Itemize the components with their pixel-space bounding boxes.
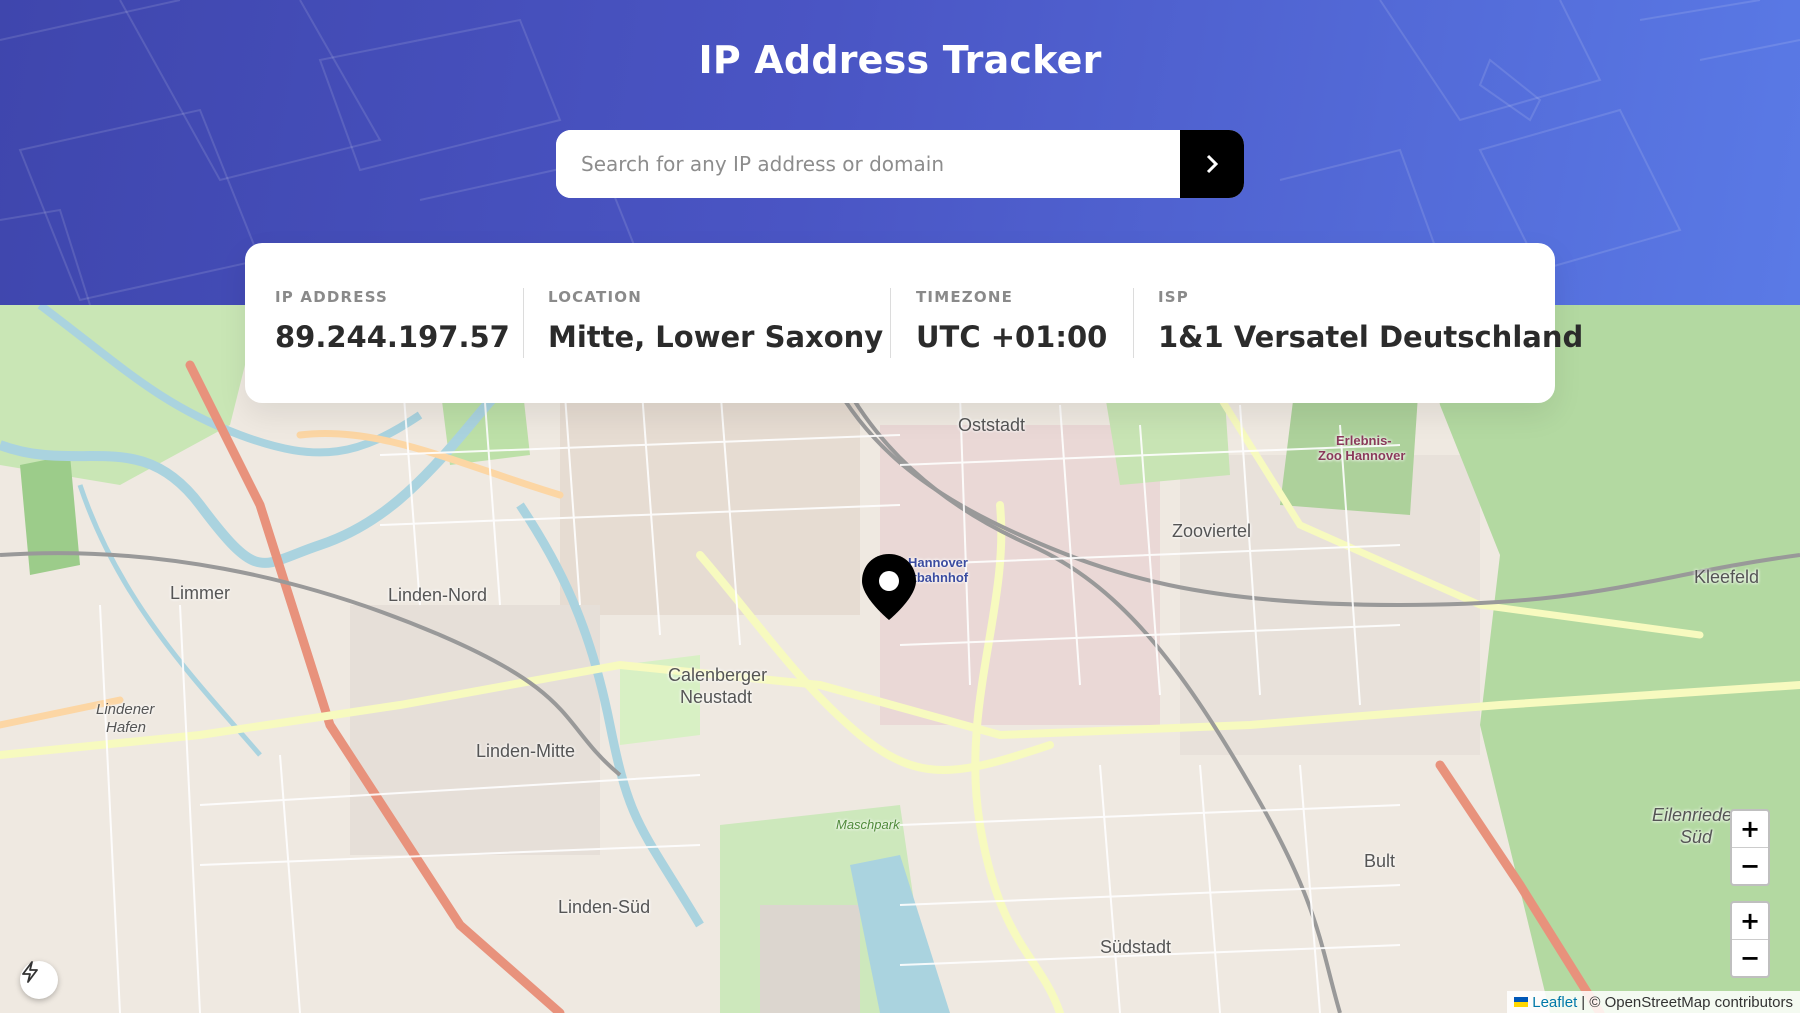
map-label: Kleefeld [1694, 567, 1760, 587]
location-marker-icon[interactable] [860, 552, 918, 626]
timezone-section: TIMEZONE UTC +01:00 [916, 288, 1107, 358]
attribution-text: | © OpenStreetMap contributors [1581, 993, 1793, 1011]
divider [523, 288, 524, 358]
zoom-out-button[interactable]: − [1732, 939, 1768, 976]
location-value: Mitte, Lower Saxony [548, 320, 884, 354]
map-label: Linden-Nord [388, 585, 488, 605]
chevron-right-icon [1206, 154, 1219, 174]
ip-address-section: IP ADDRESS 89.244.197.57 [275, 288, 510, 358]
map-label: Erlebnis- [1336, 433, 1392, 448]
location-section: LOCATION Mitte, Lower Saxony [548, 288, 883, 358]
map-label: Maschpark [836, 817, 900, 832]
lightning-icon [22, 961, 38, 983]
lightning-icon-button[interactable] [20, 961, 58, 999]
map-label: Linden-Süd [558, 897, 651, 917]
map-label: Calenberger [668, 665, 768, 685]
map-label: Zoo Hannover [1318, 448, 1406, 463]
timezone-label: TIMEZONE [916, 288, 1014, 306]
map-label: Hafen [106, 719, 147, 736]
map-label: Südstadt [1100, 937, 1172, 957]
ukraine-flag-icon [1514, 997, 1529, 1007]
map-label: Lindener [96, 701, 155, 718]
map-label: Limmer [170, 583, 231, 603]
map-label: Zooviertel [1172, 521, 1252, 541]
search-submit-button[interactable] [1180, 130, 1244, 198]
map-label: Süd [1680, 827, 1713, 847]
zoom-out-button[interactable]: − [1732, 847, 1768, 884]
search-bar [556, 130, 1244, 198]
zoom-control-secondary: + − [1730, 901, 1770, 978]
isp-value: 1&1 Versatel Deutschland [1158, 320, 1584, 354]
divider [890, 288, 891, 358]
map-view[interactable]: Oststadt Zooviertel Kleefeld Linden-Nord… [0, 305, 1800, 1013]
location-label: LOCATION [548, 288, 642, 306]
map-label: Linden-Mitte [476, 741, 576, 761]
map-label: Oststadt [958, 415, 1026, 435]
ip-address-value: 89.244.197.57 [275, 320, 510, 354]
zoom-in-button[interactable]: + [1732, 811, 1768, 847]
page-title: IP Address Tracker [698, 38, 1102, 82]
timezone-value: UTC +01:00 [916, 320, 1108, 354]
zoom-control: + − [1730, 809, 1770, 886]
map-attribution: Leaflet | © OpenStreetMap contributors [1507, 991, 1800, 1013]
ip-address-label: IP ADDRESS [275, 288, 389, 306]
map-label: Neustadt [680, 687, 753, 707]
ip-info-card: IP ADDRESS 89.244.197.57 LOCATION Mitte,… [245, 243, 1583, 403]
divider [1133, 288, 1134, 358]
isp-section: ISP 1&1 Versatel Deutschland [1158, 288, 1583, 358]
map-label: Eilenriede- [1652, 805, 1739, 825]
search-input[interactable] [556, 130, 1180, 198]
isp-label: ISP [1158, 288, 1189, 306]
leaflet-link[interactable]: Leaflet [1532, 994, 1577, 1011]
map-tiles [0, 305, 1800, 1013]
zoom-in-button[interactable]: + [1732, 903, 1768, 939]
map-label: Bult [1364, 851, 1396, 871]
